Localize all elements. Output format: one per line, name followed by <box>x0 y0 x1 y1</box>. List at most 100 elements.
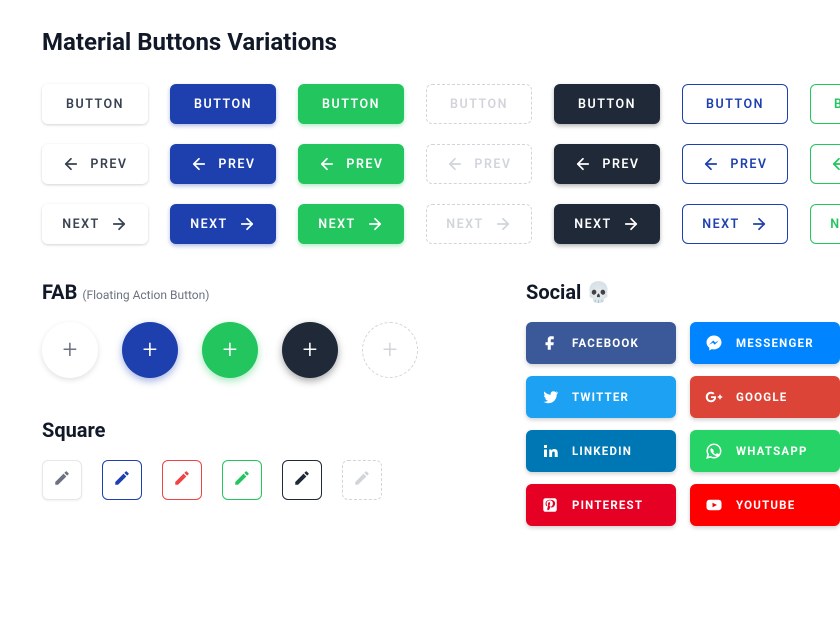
arrow-left-icon <box>318 155 336 173</box>
button-label: NEXT <box>62 217 100 232</box>
fab-green[interactable]: + <box>202 322 258 378</box>
plus-icon: + <box>143 335 158 365</box>
prev-button-outline-blue[interactable]: PREV <box>682 144 788 184</box>
square-button-red[interactable] <box>162 460 202 500</box>
social-label: LINKEDIN <box>572 444 632 458</box>
button-label: PREV <box>602 157 639 172</box>
button-white[interactable]: BUTTON <box>42 84 148 124</box>
next-button-white[interactable]: NEXT <box>42 204 148 244</box>
button-label: BUTTON <box>450 97 508 112</box>
button-ghost[interactable]: BUTTON <box>426 84 532 124</box>
button-label: PREV <box>474 157 511 172</box>
messenger-icon <box>704 334 724 352</box>
fab-subtitle: (Floating Action Button) <box>82 288 209 302</box>
plus-icon: + <box>223 335 238 365</box>
arrow-left-icon <box>702 155 720 173</box>
next-button-green[interactable]: NEXT <box>298 204 404 244</box>
arrow-left-icon <box>830 155 840 173</box>
square-button-blue[interactable] <box>102 460 142 500</box>
social-label: FACEBOOK <box>572 336 639 350</box>
social-label: YOUTUBE <box>736 498 795 512</box>
next-button-ghost[interactable]: NEXT <box>426 204 532 244</box>
button-label: BUTTON <box>834 97 840 112</box>
button-label: BUTTON <box>706 97 764 112</box>
arrow-right-icon <box>110 215 128 233</box>
next-button-blue[interactable]: NEXT <box>170 204 276 244</box>
button-variations-grid: BUTTON BUTTON BUTTON BUTTON BUTTON BUTTO… <box>42 84 840 244</box>
social-button-youtube[interactable]: YOUTUBE <box>690 484 840 526</box>
button-row-prev: PREV PREV PREV PREV PREV PREV PREV <box>42 144 840 184</box>
square-button-plain[interactable] <box>42 460 82 500</box>
arrow-right-icon <box>238 215 256 233</box>
square-button-green[interactable] <box>222 460 262 500</box>
social-button-google[interactable]: GOOGLE <box>690 376 840 418</box>
social-button-facebook[interactable]: FACEBOOK <box>526 322 676 364</box>
fab-title-text: FAB <box>42 280 77 304</box>
next-button-outline-blue[interactable]: NEXT <box>682 204 788 244</box>
prev-button-outline-green[interactable]: PREV <box>810 144 840 184</box>
youtube-icon <box>704 496 724 514</box>
social-button-messenger[interactable]: MESSENGER <box>690 322 840 364</box>
button-label: NEXT <box>702 217 740 232</box>
plus-icon: + <box>63 335 78 365</box>
fab-row: + + + + + <box>42 322 466 378</box>
button-label: PREV <box>730 157 767 172</box>
button-dark[interactable]: BUTTON <box>554 84 660 124</box>
button-green[interactable]: BUTTON <box>298 84 404 124</box>
social-button-twitter[interactable]: TWITTER <box>526 376 676 418</box>
social-label: WHATSAPP <box>736 444 808 458</box>
facebook-icon <box>540 334 560 352</box>
arrow-right-icon <box>622 215 640 233</box>
fab-blue[interactable]: + <box>122 322 178 378</box>
social-button-pinterest[interactable]: PINTEREST <box>526 484 676 526</box>
button-label: NEXT <box>190 217 228 232</box>
button-label: BUTTON <box>322 97 380 112</box>
button-blue[interactable]: BUTTON <box>170 84 276 124</box>
prev-button-white[interactable]: PREV <box>42 144 148 184</box>
fab-section-title: FAB (Floating Action Button) <box>42 280 466 304</box>
next-button-dark[interactable]: NEXT <box>554 204 660 244</box>
button-label: PREV <box>218 157 255 172</box>
arrow-right-icon <box>494 215 512 233</box>
square-button-dark[interactable] <box>282 460 322 500</box>
pencil-icon <box>233 469 251 491</box>
next-button-outline-green[interactable]: NEXT <box>810 204 840 244</box>
google-plus-icon <box>704 388 724 406</box>
square-button-ghost[interactable] <box>342 460 382 500</box>
arrow-right-icon <box>366 215 384 233</box>
plus-icon: + <box>303 335 318 365</box>
button-outline-blue[interactable]: BUTTON <box>682 84 788 124</box>
prev-button-green[interactable]: PREV <box>298 144 404 184</box>
pencil-icon <box>53 469 71 491</box>
social-label: GOOGLE <box>736 390 787 404</box>
social-section-title: Social 💀 <box>526 280 840 304</box>
arrow-left-icon <box>574 155 592 173</box>
pinterest-icon <box>540 496 560 514</box>
arrow-left-icon <box>446 155 464 173</box>
fab-ghost[interactable]: + <box>362 322 418 378</box>
button-row-next: NEXT NEXT NEXT NEXT NEXT NEXT NEXT <box>42 204 840 244</box>
arrow-left-icon <box>190 155 208 173</box>
button-label: BUTTON <box>578 97 636 112</box>
button-label: NEXT <box>446 217 484 232</box>
pencil-icon <box>353 469 371 491</box>
prev-button-blue[interactable]: PREV <box>170 144 276 184</box>
fab-dark[interactable]: + <box>282 322 338 378</box>
social-label: PINTEREST <box>572 498 643 512</box>
prev-button-ghost[interactable]: PREV <box>426 144 532 184</box>
pencil-icon <box>173 469 191 491</box>
social-button-whatsapp[interactable]: WHATSAPP <box>690 430 840 472</box>
social-grid: FACEBOOK MESSENGER TWITTER GOOGLE LINKED… <box>526 322 840 526</box>
whatsapp-icon <box>704 442 724 460</box>
plus-icon: + <box>383 335 398 365</box>
linkedin-icon <box>540 442 560 460</box>
social-label: TWITTER <box>572 390 629 404</box>
twitter-icon <box>540 388 560 406</box>
button-label: PREV <box>346 157 383 172</box>
fab-white[interactable]: + <box>42 322 98 378</box>
square-row <box>42 460 466 500</box>
button-label: BUTTON <box>66 97 124 112</box>
prev-button-dark[interactable]: PREV <box>554 144 660 184</box>
social-button-linkedin[interactable]: LINKEDIN <box>526 430 676 472</box>
button-outline-green[interactable]: BUTTON <box>810 84 840 124</box>
